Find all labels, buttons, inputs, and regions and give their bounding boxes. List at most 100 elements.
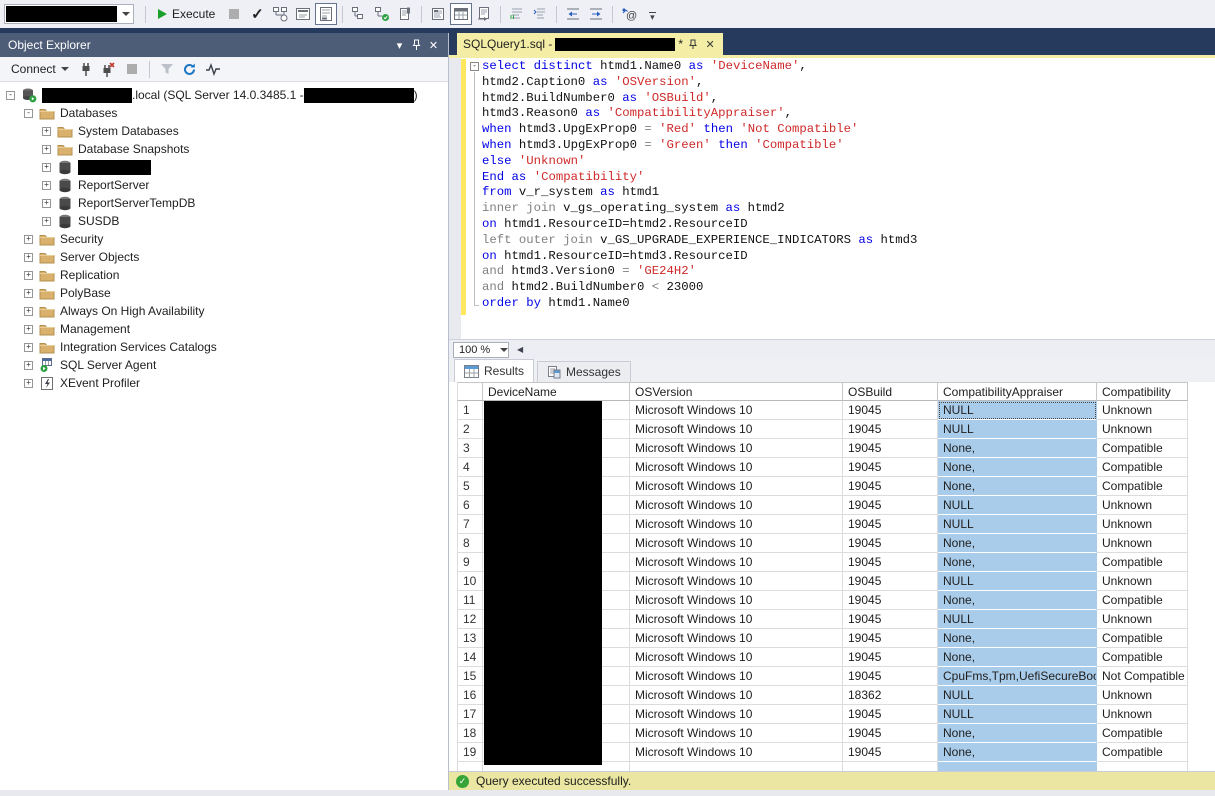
compatibility-cell[interactable]: Unknown <box>1097 610 1188 629</box>
grid-corner-cell[interactable] <box>457 382 483 401</box>
osversion-cell[interactable]: Microsoft Windows 10 <box>630 705 843 724</box>
decrease-indent-button[interactable] <box>562 3 584 25</box>
row-number-cell[interactable]: 7 <box>457 515 483 534</box>
tree-item-database-snapshots[interactable]: +Database Snapshots <box>0 140 448 158</box>
tree-item-management[interactable]: +Management <box>0 320 448 338</box>
include-live-query-stats-button[interactable] <box>348 3 370 25</box>
expand-toggle[interactable]: + <box>42 145 51 154</box>
compatibility-cell[interactable]: Unknown <box>1097 420 1188 439</box>
results-to-text-button[interactable] <box>427 3 449 25</box>
column-header-osversion[interactable]: OSVersion <box>630 382 843 401</box>
compatibility-cell[interactable]: Compatible <box>1097 458 1188 477</box>
compatibilityappraiser-cell[interactable]: None, <box>938 591 1097 610</box>
osbuild-cell[interactable]: 19045 <box>843 553 938 572</box>
expand-toggle[interactable]: + <box>24 271 33 280</box>
osversion-cell[interactable]: Microsoft Windows 10 <box>630 553 843 572</box>
osbuild-cell[interactable]: 19045 <box>843 477 938 496</box>
compatibilityappraiser-cell[interactable]: NULL <box>938 401 1097 420</box>
row-number-cell[interactable]: 11 <box>457 591 483 610</box>
tree-item-server[interactable]: -.local (SQL Server 14.0.3485.1 - ) <box>0 86 448 104</box>
row-number-cell[interactable]: 5 <box>457 477 483 496</box>
expand-toggle[interactable]: + <box>42 199 51 208</box>
increase-indent-button[interactable] <box>585 3 607 25</box>
tree-item-xevent-profiler[interactable]: +XEvent Profiler <box>0 374 448 392</box>
osversion-cell[interactable]: Microsoft Windows 10 <box>630 591 843 610</box>
osbuild-cell[interactable]: 19045 <box>843 439 938 458</box>
osbuild-cell[interactable]: 19045 <box>843 629 938 648</box>
row-number-cell[interactable]: 13 <box>457 629 483 648</box>
connect-button[interactable]: Connect <box>7 59 73 79</box>
row-number-cell[interactable]: 18 <box>457 724 483 743</box>
zoom-selector[interactable]: 100 % <box>453 342 509 358</box>
cancel-query-button[interactable] <box>223 3 245 25</box>
osbuild-cell[interactable]: 19045 <box>843 401 938 420</box>
compatibility-cell[interactable]: Unknown <box>1097 534 1188 553</box>
tab-messages[interactable]: Messages <box>537 361 631 382</box>
filter-button[interactable] <box>157 59 177 79</box>
row-number-cell[interactable]: 1 <box>457 401 483 420</box>
expand-toggle[interactable]: + <box>24 325 33 334</box>
row-number-cell[interactable]: 6 <box>457 496 483 515</box>
compatibilityappraiser-cell[interactable]: None, <box>938 743 1097 762</box>
compatibilityappraiser-cell[interactable]: NULL <box>938 572 1097 591</box>
include-actual-plan-button[interactable] <box>315 3 337 25</box>
compatibility-cell[interactable]: Unknown <box>1097 705 1188 724</box>
compatibilityappraiser-cell[interactable]: None, <box>938 648 1097 667</box>
osversion-cell[interactable]: Microsoft Windows 10 <box>630 667 843 686</box>
osbuild-cell[interactable]: 18362 <box>843 686 938 705</box>
tree-item-system-databases[interactable]: +System Databases <box>0 122 448 140</box>
osversion-cell[interactable]: Microsoft Windows 10 <box>630 477 843 496</box>
osbuild-cell[interactable]: 19045 <box>843 610 938 629</box>
column-header-osbuild[interactable]: OSBuild <box>843 382 938 401</box>
tree-item-replication[interactable]: +Replication <box>0 266 448 284</box>
specify-template-values-button[interactable]: @ <box>618 3 640 25</box>
expand-toggle[interactable]: + <box>24 361 33 370</box>
compatibilityappraiser-cell[interactable]: NULL <box>938 705 1097 724</box>
expand-toggle[interactable]: + <box>42 217 51 226</box>
compatibilityappraiser-cell[interactable]: None, <box>938 439 1097 458</box>
row-number-cell[interactable]: 17 <box>457 705 483 724</box>
connect-object-explorer-button[interactable] <box>76 59 96 79</box>
osversion-cell[interactable]: Microsoft Windows 10 <box>630 686 843 705</box>
osversion-cell[interactable]: Microsoft Windows 10 <box>630 743 843 762</box>
tab-close-button[interactable]: ✕ <box>703 37 717 51</box>
row-number-cell[interactable]: 4 <box>457 458 483 477</box>
tree-item-integration-services-catalogs[interactable]: +Integration Services Catalogs <box>0 338 448 356</box>
osversion-cell[interactable]: Microsoft Windows 10 <box>630 572 843 591</box>
tree-item-security[interactable]: +Security <box>0 230 448 248</box>
compatibilityappraiser-cell[interactable]: NULL <box>938 686 1097 705</box>
expand-toggle[interactable]: - <box>6 91 15 100</box>
pin-button[interactable] <box>408 37 425 53</box>
compatibilityappraiser-cell[interactable]: NULL <box>938 496 1097 515</box>
expand-toggle[interactable]: + <box>24 253 33 262</box>
osbuild-cell[interactable]: 19045 <box>843 724 938 743</box>
expand-toggle[interactable]: + <box>24 343 33 352</box>
compatibilityappraiser-cell[interactable]: None, <box>938 629 1097 648</box>
stop-button[interactable] <box>122 59 142 79</box>
uncomment-selection-button[interactable] <box>529 3 551 25</box>
tree-item-server-objects[interactable]: +Server Objects <box>0 248 448 266</box>
row-number-cell[interactable]: 15 <box>457 667 483 686</box>
column-header-compatibilityappraiser[interactable]: CompatibilityAppraiser <box>938 382 1097 401</box>
osversion-cell[interactable]: Microsoft Windows 10 <box>630 401 843 420</box>
window-position-button[interactable]: ▾ <box>391 37 408 53</box>
tree-item-susdb[interactable]: +SUSDB <box>0 212 448 230</box>
compatibility-cell[interactable]: Not Compatible <box>1097 667 1188 686</box>
osbuild-cell[interactable]: 19045 <box>843 572 938 591</box>
expand-toggle[interactable]: + <box>24 289 33 298</box>
refresh-button[interactable] <box>180 59 200 79</box>
toolbar-overflow-button[interactable]: ▾ <box>641 3 663 25</box>
compatibility-cell[interactable]: Compatible <box>1097 743 1188 762</box>
osbuild-cell[interactable]: 19045 <box>843 534 938 553</box>
osversion-cell[interactable]: Microsoft Windows 10 <box>630 534 843 553</box>
compatibility-cell[interactable]: Unknown <box>1097 515 1188 534</box>
compatibilityappraiser-cell[interactable]: None, <box>938 724 1097 743</box>
parse-query-button[interactable]: ✓ <box>246 3 268 25</box>
tab-results[interactable]: Results <box>454 359 534 382</box>
expand-toggle[interactable]: - <box>24 109 33 118</box>
tree-item-redacted-database[interactable]: + <box>0 158 448 176</box>
row-number-cell[interactable]: 12 <box>457 610 483 629</box>
osbuild-cell[interactable]: 19045 <box>843 458 938 477</box>
osbuild-cell[interactable]: 19045 <box>843 648 938 667</box>
osbuild-cell[interactable]: 19045 <box>843 515 938 534</box>
